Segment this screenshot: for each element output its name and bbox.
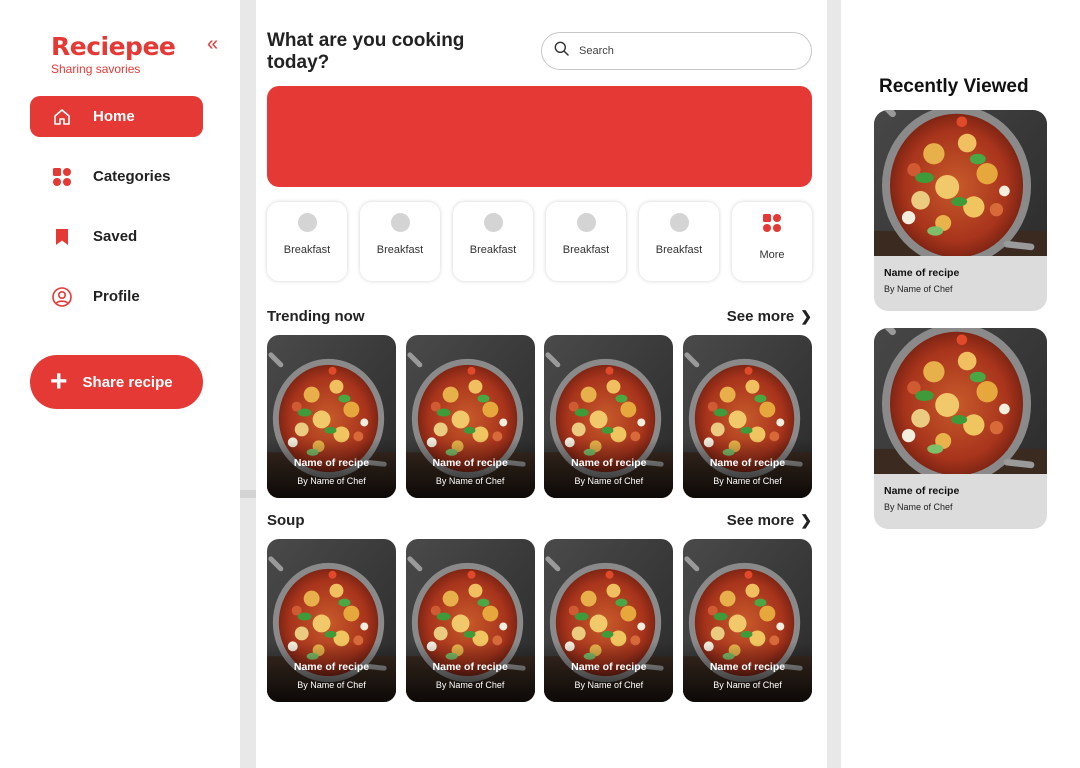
search-icon — [554, 41, 569, 61]
right-scroll-gutter[interactable] — [827, 0, 841, 768]
user-icon — [51, 286, 73, 308]
category-breakfast[interactable]: Breakfast — [453, 202, 533, 281]
sidebar-item-label: Saved — [93, 228, 138, 245]
category-breakfast[interactable]: Breakfast — [267, 202, 347, 281]
recipe-name: Name of recipe — [432, 661, 508, 673]
sidebar-item-label: Home — [93, 108, 135, 125]
share-recipe-label: Share recipe — [82, 373, 173, 391]
recipe-card[interactable]: Name of recipe By Name of Chef — [405, 335, 535, 498]
recipe-name: Name of recipe — [571, 457, 647, 469]
sidebar-item-home[interactable]: Home — [30, 96, 203, 137]
category-more[interactable]: More — [732, 202, 812, 281]
recently-viewed-panel: Recently Viewed Name of recipe By Name o… — [841, 0, 1080, 768]
promo-banner[interactable] — [267, 86, 812, 187]
recipe-name: Name of recipe — [571, 661, 647, 673]
collapse-sidebar-icon[interactable]: « — [207, 34, 218, 54]
category-placeholder-icon — [483, 213, 503, 232]
recent-recipe-card[interactable]: Name of recipe By Name of Chef — [874, 110, 1047, 311]
recipe-chef: By Name of Chef — [297, 476, 366, 486]
recipe-chef: By Name of Chef — [435, 476, 505, 486]
category-label: Breakfast — [376, 244, 424, 256]
trending-row: Name of recipe By Name of Chef Name of r… — [267, 335, 812, 498]
recipe-chef: By Name of Chef — [884, 502, 953, 512]
see-more-trending-link[interactable]: See more ❯ — [727, 308, 812, 325]
recipe-name: Name of recipe — [884, 267, 960, 279]
category-placeholder-icon — [576, 213, 596, 232]
category-breakfast[interactable]: Breakfast — [546, 202, 626, 281]
soup-row: Name of recipe By Name of Chef Name of r… — [267, 539, 812, 702]
grid-icon — [762, 213, 782, 238]
share-recipe-button[interactable]: + Share recipe — [30, 355, 203, 409]
sidebar-item-label: Profile — [93, 288, 140, 305]
recipe-card[interactable]: Name of recipe By Name of Chef — [267, 539, 396, 702]
sidebar-item-label: Categories — [93, 168, 171, 185]
recent-recipe-card[interactable]: Name of recipe By Name of Chef — [874, 328, 1047, 529]
brand: Reciepee Sharing savories — [51, 32, 176, 76]
category-label: Breakfast — [469, 244, 517, 256]
main-content: What are you cooking today? Breakfast Br… — [256, 0, 827, 768]
see-more-soup-link[interactable]: See more ❯ — [727, 512, 812, 529]
recipe-name: Name of recipe — [884, 485, 960, 497]
brand-name: Reciepee — [51, 32, 176, 61]
home-icon — [51, 106, 73, 128]
recipe-chef: By Name of Chef — [574, 680, 644, 690]
recipe-photo — [874, 328, 1047, 474]
see-more-label: See more — [726, 308, 795, 325]
category-placeholder-icon — [297, 213, 317, 232]
recipe-card[interactable]: Name of recipe By Name of Chef — [544, 335, 674, 498]
recipe-chef: By Name of Chef — [574, 476, 644, 486]
sidebar-item-saved[interactable]: Saved — [30, 216, 203, 257]
page-title: What are you cooking today? — [267, 30, 465, 73]
search-input[interactable] — [579, 45, 779, 57]
recipe-name: Name of recipe — [432, 457, 508, 469]
recipe-card[interactable]: Name of recipe By Name of Chef — [682, 335, 812, 498]
sidebar-item-profile[interactable]: Profile — [30, 276, 203, 317]
category-placeholder-icon — [669, 213, 689, 232]
recipe-chef: By Name of Chef — [297, 680, 366, 690]
recipe-chef: By Name of Chef — [713, 476, 782, 486]
left-scroll-gutter[interactable] — [240, 0, 256, 768]
sidebar-item-categories[interactable]: Categories — [30, 156, 203, 197]
search-bar[interactable] — [541, 32, 812, 70]
category-placeholder-icon — [390, 213, 410, 232]
sidebar: Reciepee Sharing savories « Home Categor… — [0, 0, 240, 768]
recipe-name: Name of recipe — [293, 661, 370, 673]
recipe-card[interactable]: Name of recipe By Name of Chef — [267, 335, 396, 498]
recipe-name: Name of recipe — [709, 661, 786, 673]
recipe-card[interactable]: Name of recipe By Name of Chef — [405, 539, 535, 702]
category-breakfast[interactable]: Breakfast — [360, 202, 440, 281]
scrollbar-thumb[interactable] — [240, 490, 256, 498]
plus-icon: + — [50, 365, 68, 398]
category-label: Breakfast — [283, 244, 331, 256]
category-label: Breakfast — [655, 244, 703, 256]
brand-tagline: Sharing savories — [51, 62, 141, 76]
section-title-soup: Soup — [267, 512, 305, 529]
grid-icon — [51, 166, 73, 188]
recipe-name: Name of recipe — [709, 457, 786, 469]
see-more-label: See more — [726, 512, 795, 529]
recipe-photo — [874, 110, 1047, 256]
section-title-trending: Trending now — [267, 308, 365, 325]
recipe-chef: By Name of Chef — [884, 284, 953, 294]
recipe-chef: By Name of Chef — [713, 680, 782, 690]
category-label: Breakfast — [562, 244, 610, 256]
recipe-chef: By Name of Chef — [435, 680, 505, 690]
recipe-card[interactable]: Name of recipe By Name of Chef — [544, 539, 674, 702]
app-root: Reciepee Sharing savories « Home Categor… — [0, 0, 1080, 768]
recently-viewed-title: Recently Viewed — [879, 76, 1029, 97]
category-label: More — [759, 249, 785, 261]
recipe-card[interactable]: Name of recipe By Name of Chef — [682, 539, 812, 702]
bookmark-icon — [51, 226, 73, 248]
recipe-name: Name of recipe — [293, 457, 370, 469]
chevron-right-icon: ❯ — [800, 512, 812, 528]
category-breakfast[interactable]: Breakfast — [639, 202, 719, 281]
chevron-right-icon: ❯ — [800, 308, 812, 324]
category-strip: Breakfast Breakfast Breakfast Breakfast … — [267, 202, 812, 282]
